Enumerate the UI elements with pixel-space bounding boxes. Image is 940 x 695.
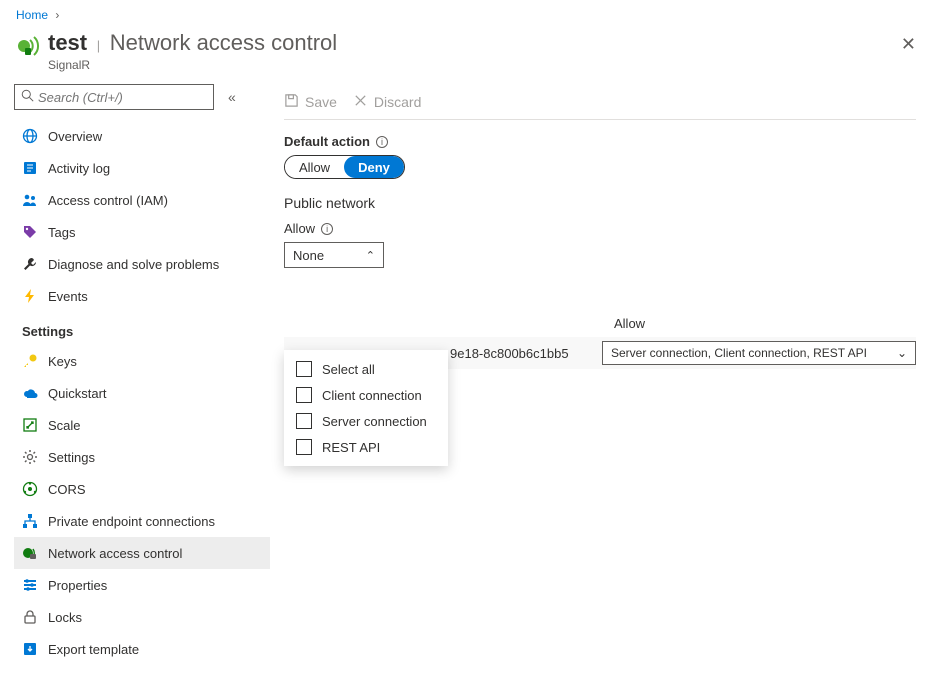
nav-label: Export template [48, 642, 139, 657]
toggle-deny[interactable]: Deny [344, 156, 404, 178]
nav-item-export-template[interactable]: Export template [14, 633, 270, 665]
nav-label: Properties [48, 578, 107, 593]
dropdown-option-server-connection[interactable]: Server connection [284, 408, 448, 434]
discard-icon [353, 93, 368, 111]
props-icon [22, 577, 38, 593]
checkbox-icon [296, 361, 312, 377]
people-icon [22, 192, 38, 208]
nav-item-diagnose-and-solve-problems[interactable]: Diagnose and solve problems [14, 248, 270, 280]
section-settings-label: Settings [14, 312, 270, 345]
search-icon [21, 89, 34, 105]
info-icon[interactable]: i [321, 223, 333, 235]
netlock-icon [22, 545, 38, 561]
nav-label: Keys [48, 354, 77, 369]
nav-item-cors[interactable]: CORS [14, 473, 270, 505]
chevron-right-icon: › [55, 8, 59, 22]
cors-icon [22, 481, 38, 497]
collapse-sidebar-button[interactable]: « [228, 89, 236, 105]
nav-item-private-endpoint-connections[interactable]: Private endpoint connections [14, 505, 270, 537]
page-title: Network access control [110, 30, 337, 55]
default-action-toggle[interactable]: Allow Deny [284, 155, 405, 179]
nav-item-tags[interactable]: Tags [14, 216, 270, 248]
checkbox-icon [296, 413, 312, 429]
log-icon [22, 160, 38, 176]
toolbar: Save Discard [284, 84, 916, 120]
option-label: REST API [322, 440, 380, 455]
search-input[interactable] [38, 90, 207, 105]
nav-label: Events [48, 289, 88, 304]
allow-dropdown-popup: Select all Client connection Server connec… [284, 350, 448, 466]
search-input-wrapper[interactable] [14, 84, 214, 110]
wrench-icon [22, 256, 38, 272]
signalr-icon [16, 34, 40, 58]
chevron-down-icon: ⌄ [897, 346, 907, 360]
save-icon [284, 93, 299, 111]
row-allow-dropdown[interactable]: Server connection, Client connection, RE… [602, 341, 916, 365]
export-icon [22, 641, 38, 657]
save-button[interactable]: Save [284, 93, 337, 111]
breadcrumb-home[interactable]: Home [16, 8, 48, 22]
resource-name: test [48, 30, 87, 55]
nav-item-access-control-iam-[interactable]: Access control (IAM) [14, 184, 270, 216]
nav-label: Tags [48, 225, 75, 240]
option-label: Client connection [322, 388, 422, 403]
nav-item-overview[interactable]: Overview [14, 120, 270, 152]
nav-item-network-access-control[interactable]: Network access control [14, 537, 270, 569]
nav-item-events[interactable]: Events [14, 280, 270, 312]
option-label: Server connection [322, 414, 427, 429]
tag-icon [22, 224, 38, 240]
nav-item-properties[interactable]: Properties [14, 569, 270, 601]
nav-label: CORS [48, 482, 86, 497]
lock-icon [22, 609, 38, 625]
key-icon [22, 353, 38, 369]
close-button[interactable]: ✕ [893, 30, 924, 59]
default-action-label: Default action [284, 134, 370, 149]
bolt-icon [22, 288, 38, 304]
allow-dropdown[interactable]: None ⌃ [284, 242, 384, 268]
toggle-allow[interactable]: Allow [285, 156, 344, 178]
nav-item-settings[interactable]: Settings [14, 441, 270, 473]
nav-label: Quickstart [48, 386, 107, 401]
option-label: Select all [322, 362, 375, 377]
cloud-icon [22, 385, 38, 401]
dropdown-option-rest-api[interactable]: REST API [284, 434, 448, 460]
main-content: Save Discard Default action i Allow Deny… [270, 80, 940, 695]
nav-label: Access control (IAM) [48, 193, 168, 208]
nav-label: Settings [48, 450, 95, 465]
sidebar: « Overview Activity log Access control (IA… [0, 80, 270, 695]
nav-label: Scale [48, 418, 81, 433]
checkbox-icon [296, 387, 312, 403]
info-icon[interactable]: i [376, 136, 388, 148]
nav-item-locks[interactable]: Locks [14, 601, 270, 633]
globe-icon [22, 128, 38, 144]
chevron-up-icon: ⌃ [366, 249, 375, 262]
allow-label: Allow [284, 221, 315, 236]
scale-icon [22, 417, 38, 433]
nav-label: Activity log [48, 161, 110, 176]
dropdown-option-client-connection[interactable]: Client connection [284, 382, 448, 408]
nav-label: Private endpoint connections [48, 514, 215, 529]
page-header: test | Network access control SignalR ✕ [0, 26, 940, 80]
checkbox-icon [296, 439, 312, 455]
column-header-allow: Allow [614, 316, 645, 331]
nav-label: Locks [48, 610, 82, 625]
public-network-label: Public network [284, 195, 916, 211]
nav-item-scale[interactable]: Scale [14, 409, 270, 441]
nav-item-keys[interactable]: Keys [14, 345, 270, 377]
nav-label: Network access control [48, 546, 182, 561]
nav-item-quickstart[interactable]: Quickstart [14, 377, 270, 409]
discard-button[interactable]: Discard [353, 93, 421, 111]
nav-label: Diagnose and solve problems [48, 257, 219, 272]
nav-label: Overview [48, 129, 102, 144]
dropdown-option-select-all[interactable]: Select all [284, 356, 448, 382]
resource-type: SignalR [48, 58, 337, 72]
gear-icon [22, 449, 38, 465]
endpoint-icon [22, 513, 38, 529]
breadcrumb: Home › [0, 0, 940, 26]
nav-item-activity-log[interactable]: Activity log [14, 152, 270, 184]
